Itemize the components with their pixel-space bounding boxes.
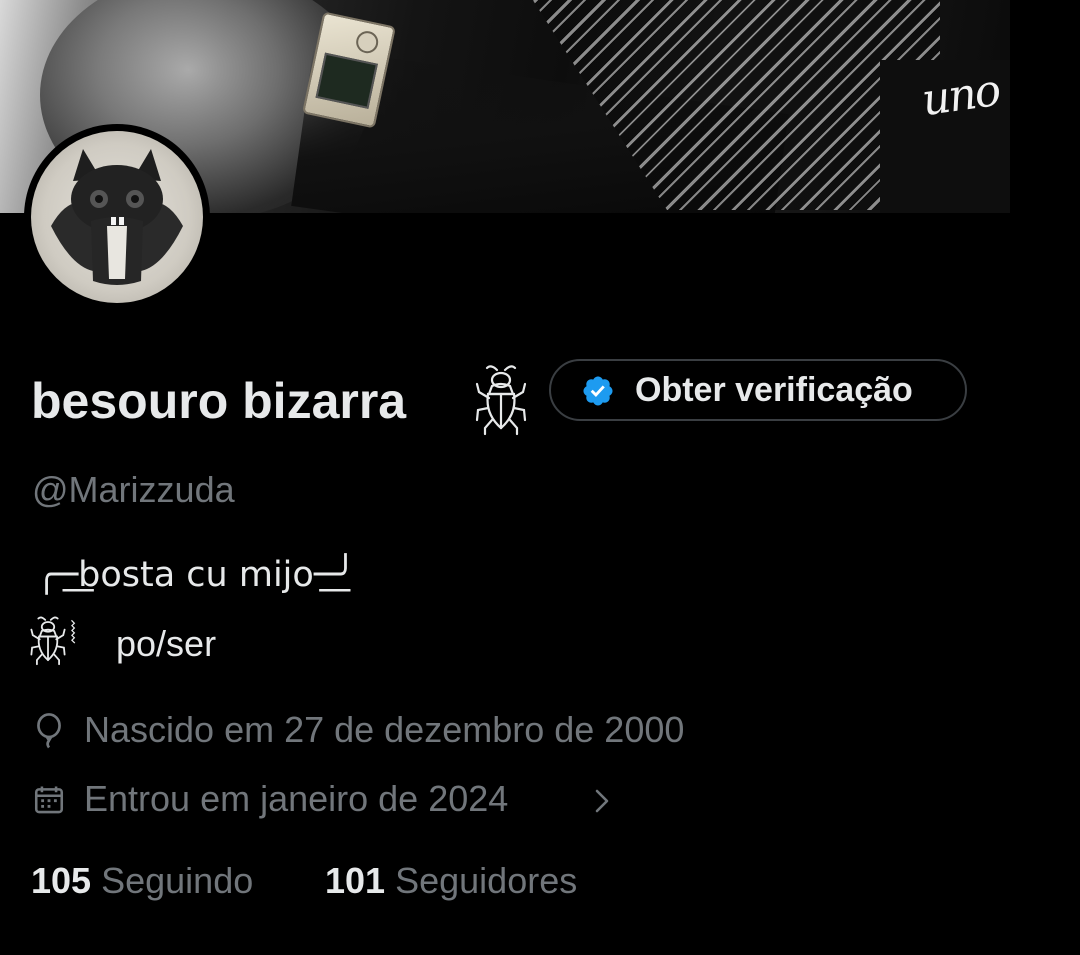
joined-row[interactable]: Entrou em janeiro de 2024 xyxy=(32,774,632,824)
birthday-text: Nascido em 27 de dezembro de 2000 xyxy=(84,709,685,750)
verified-badge-icon xyxy=(581,374,615,413)
bat-plush-illustration xyxy=(51,149,183,285)
camera-screen xyxy=(315,52,378,109)
beetle-icon xyxy=(30,614,66,671)
chevron-right-icon[interactable] xyxy=(594,788,610,819)
bio-line-2-brace: ⦚ xyxy=(70,616,77,651)
following-count: 105 xyxy=(31,860,92,901)
camera-dial xyxy=(354,29,381,56)
balloon-icon xyxy=(32,713,66,756)
bio-line-2: po/ser xyxy=(116,623,217,664)
joined-text: Entrou em janeiro de 2024 xyxy=(84,778,509,819)
username-handle: @Marizzuda xyxy=(32,469,235,510)
calendar-icon xyxy=(32,782,66,823)
banner-overlay-text: uno xyxy=(918,64,1003,127)
followers-label: Seguidores xyxy=(395,860,578,901)
beetle-icon xyxy=(475,362,527,441)
birthday-row: Nascido em 27 de dezembro de 2000 xyxy=(32,705,792,755)
get-verified-button[interactable]: Obter verificação xyxy=(549,359,967,421)
following-link[interactable]: 105 Seguindo xyxy=(31,856,253,906)
avatar-image xyxy=(31,131,203,303)
followers-count: 101 xyxy=(325,860,386,901)
avatar[interactable] xyxy=(24,124,210,310)
following-label: Seguindo xyxy=(101,860,254,901)
followers-link[interactable]: 101 Seguidores xyxy=(325,856,577,906)
profile-page: uno besouro bizarra Obter verificação @M… xyxy=(0,0,1080,955)
bio-line-1: ╭─͟͟bosta cu mijo─͟͟╯ xyxy=(36,555,356,595)
get-verified-label: Obter verificação xyxy=(635,371,913,409)
display-name: besouro bizarra xyxy=(31,373,407,429)
